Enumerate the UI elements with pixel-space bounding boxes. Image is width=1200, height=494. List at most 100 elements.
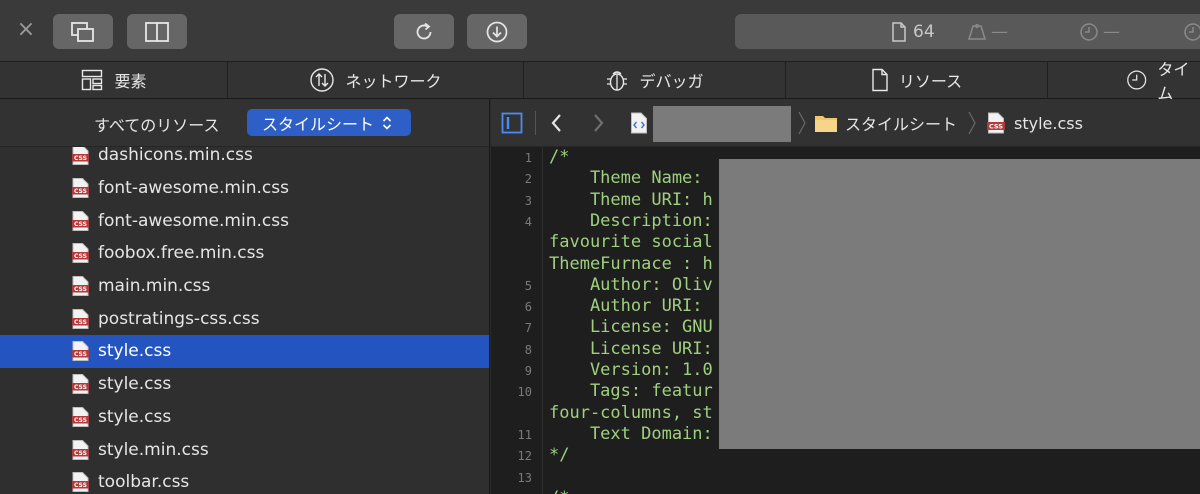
resource-file-name: style.css xyxy=(98,341,172,362)
code-line: */ xyxy=(549,445,570,466)
resource-filter-bar: すべてのリソース スタイルシート xyxy=(0,99,489,147)
css-file-icon: CSS xyxy=(987,112,1005,134)
line-number: 6 xyxy=(524,300,532,315)
source-navigation-bar: スタイルシート CSS style.css xyxy=(491,99,1200,147)
resource-file-name: style.min.css xyxy=(98,439,209,460)
code-line: Version: 1.0 xyxy=(549,360,713,380)
close-icon[interactable]: × xyxy=(14,18,38,42)
css-file-icon: CSS xyxy=(72,243,89,264)
line-number: 11 xyxy=(517,427,532,442)
breadcrumb-folder[interactable]: スタイルシート xyxy=(814,99,957,147)
resource-file-name: postratings-css.css xyxy=(98,308,260,329)
clock-icon xyxy=(1184,22,1200,41)
resource-list-item[interactable]: CSS style.css xyxy=(0,401,489,434)
redacted-code-region xyxy=(719,159,1200,449)
code-line: /* xyxy=(549,488,569,494)
resource-list-item[interactable]: CSS font-awesome.min.css xyxy=(0,204,489,237)
tab-resources[interactable]: リソース xyxy=(786,62,1048,98)
document-icon xyxy=(892,21,906,42)
tab-label: 要素 xyxy=(114,72,147,91)
detach-window-icon xyxy=(71,21,94,42)
code-editor[interactable]: 1234567891011121314 /* Theme Name: Theme… xyxy=(491,147,1200,494)
elements-icon xyxy=(82,69,103,91)
css-file-icon: CSS xyxy=(72,374,89,395)
code-line: License URI: xyxy=(549,338,713,359)
code-line: Author: Oliv xyxy=(549,274,713,295)
chevron-left-icon xyxy=(551,114,561,132)
resource-list-item[interactable]: CSS main.min.css xyxy=(0,270,489,303)
resource-size[interactable]: — xyxy=(967,14,1008,49)
network-icon xyxy=(310,68,335,92)
svg-text:CSS: CSS xyxy=(74,286,87,293)
svg-text:CSS: CSS xyxy=(74,450,87,457)
css-file-icon: CSS xyxy=(72,308,89,329)
line-number: 2 xyxy=(524,172,532,187)
tab-label: タイム xyxy=(1157,60,1190,103)
resource-count[interactable]: 64 xyxy=(891,14,935,49)
clock-icon-partial xyxy=(1183,14,1200,49)
line-number: 1 xyxy=(524,151,532,165)
dock-side-button[interactable] xyxy=(127,14,187,49)
forward-button[interactable] xyxy=(590,99,606,147)
resource-list-item[interactable]: CSS style.css xyxy=(0,368,489,401)
breadcrumb-separator-icon xyxy=(967,99,977,147)
resource-file-name: style.css xyxy=(98,374,172,395)
line-number: 5 xyxy=(524,278,532,293)
resource-file-name: font-awesome.min.css xyxy=(98,178,289,199)
svg-text:CSS: CSS xyxy=(74,417,87,424)
tab-debugger[interactable]: デバッガ xyxy=(524,62,786,98)
resource-list-item[interactable]: CSS foobox.free.min.css xyxy=(0,237,489,270)
code-line: ThemeFurnace : h xyxy=(549,253,713,274)
line-number: 4 xyxy=(524,214,532,229)
download-icon xyxy=(486,21,508,42)
toggle-sidebar-button[interactable] xyxy=(501,99,523,147)
resource-list-item[interactable]: CSS style.min.css xyxy=(0,433,489,466)
css-file-icon: CSS xyxy=(72,145,89,166)
resource-size-value: — xyxy=(991,21,1008,42)
breadcrumb-file[interactable]: CSS style.css xyxy=(987,99,1083,147)
svg-text:CSS: CSS xyxy=(74,188,87,195)
folder-icon xyxy=(815,116,837,132)
detach-window-button[interactable] xyxy=(53,14,113,49)
line-number: 13 xyxy=(517,470,532,485)
resource-file-name: font-awesome.min.css xyxy=(98,210,289,231)
code-line: License: GNU xyxy=(549,317,713,338)
resource-list-item[interactable]: CSS postratings-css.css xyxy=(0,302,489,335)
svg-text:CSS: CSS xyxy=(74,221,87,228)
tab-timelines[interactable]: タイム xyxy=(1048,60,1200,103)
tab-label: リソース xyxy=(898,72,963,91)
tab-network[interactable]: ネットワーク xyxy=(228,62,524,98)
code-line: Description: xyxy=(549,210,713,231)
code-line: Tags: featur xyxy=(549,381,713,402)
svg-text:CSS: CSS xyxy=(989,123,1003,131)
redacted-page-name xyxy=(653,106,791,142)
all-resources-label[interactable]: すべてのリソース xyxy=(94,112,219,136)
svg-text:CSS: CSS xyxy=(74,253,87,260)
line-number: 8 xyxy=(524,342,532,357)
source-viewer: スタイルシート CSS style.css 123456789101112131… xyxy=(491,99,1200,494)
resource-type-popup[interactable]: スタイルシート xyxy=(247,109,411,136)
svg-text:CSS: CSS xyxy=(74,155,87,162)
html-document-icon xyxy=(631,112,647,134)
resource-list-item[interactable]: CSS style.css xyxy=(0,335,489,368)
line-number: 3 xyxy=(524,193,532,208)
resource-list: CSS dashicons.min.css CSS font-awesome.min.… xyxy=(0,139,489,494)
resource-list-item[interactable]: CSS toolbar.css xyxy=(0,466,489,494)
line-number: 9 xyxy=(524,364,532,378)
breadcrumb-page-icon[interactable] xyxy=(630,99,648,147)
resource-list-item[interactable]: CSS font-awesome.min.css xyxy=(0,172,489,205)
tab-elements[interactable]: 要素 xyxy=(0,62,228,98)
debugger-bug-icon xyxy=(607,71,628,91)
weight-icon xyxy=(967,23,987,40)
line-number: 7 xyxy=(524,321,532,336)
css-file-icon: CSS xyxy=(72,178,89,199)
code-line: Author URI: xyxy=(549,296,703,317)
breadcrumb-separator-icon xyxy=(797,99,807,147)
reload-button[interactable] xyxy=(394,14,454,49)
load-time[interactable]: — xyxy=(1079,14,1120,49)
download-button[interactable] xyxy=(467,14,527,49)
code-line: /* xyxy=(549,147,570,167)
svg-text:CSS: CSS xyxy=(74,319,87,326)
resource-file-name: toolbar.css xyxy=(98,472,190,493)
back-button[interactable] xyxy=(549,99,565,147)
